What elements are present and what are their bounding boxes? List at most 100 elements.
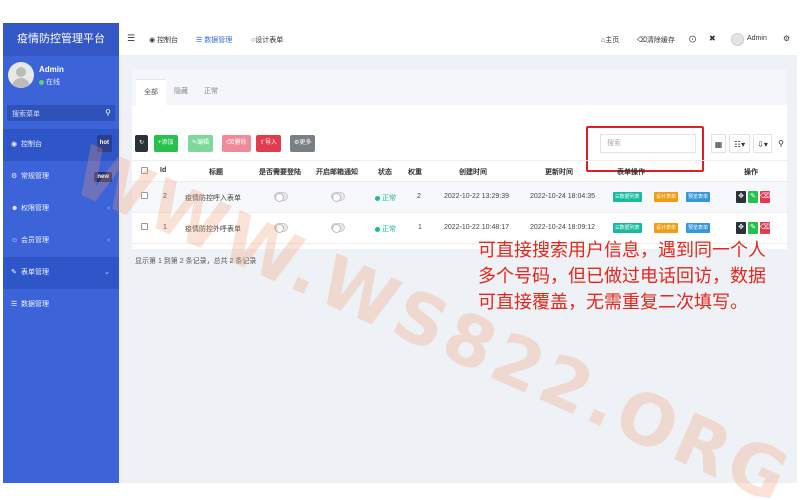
sidebar-item-auth[interactable]: ☻ 权限管理 ‹ [3,193,119,225]
table-row[interactable]: 2 疫情防控呼入表单 正常 2 2022-10-22 13:29:39 2022… [132,182,787,213]
select-all-checkbox[interactable] [141,167,148,174]
column-header[interactable]: 开启邮箱通知 [316,167,358,177]
users-icon: ☻ [11,205,19,212]
navbar-user-name[interactable]: Admin [747,35,767,42]
row-delete-button[interactable]: ⌫ [760,222,770,234]
edit-button[interactable]: ✎编辑 [188,135,214,152]
sidebar-item-dashboard[interactable]: ◉ 控制台 hot [3,129,119,161]
data-list-button[interactable]: ☰数据列表 [613,223,642,233]
user-avatar[interactable] [8,62,34,88]
nav-tab-label: 设计表单 [255,37,284,44]
column-header[interactable]: 标题 [209,167,223,177]
drag-handle-icon[interactable]: ✥ [736,222,746,234]
row-checkbox[interactable] [141,192,148,199]
pencil-icon: ✎ [11,269,17,276]
design-form-label: 设计表单 [656,225,677,231]
column-header[interactable]: 是否需要登陆 [259,167,301,177]
column-header[interactable]: 状态 [378,167,392,177]
cell-weight: 1 [418,224,422,231]
settings-icon[interactable]: ⚙ [783,34,790,43]
drag-handle-icon[interactable]: ✥ [736,191,746,203]
add-button[interactable]: +添加 [154,135,178,152]
delete-label: 删除 [234,140,247,146]
pagination-summary: 显示第 1 到第 2 条记录，总共 2 条记录 [135,258,257,265]
refresh-button[interactable]: ↻ [135,135,149,152]
data-list-button[interactable]: ☰数据列表 [613,192,642,202]
row-checkbox[interactable] [141,223,148,230]
tab-all[interactable]: 全部 [136,79,166,105]
data-list-label: 数据列表 [619,225,640,231]
trash-icon: ⌫ [760,224,770,231]
row-edit-button[interactable]: ✎ [748,222,758,234]
clear-cache-label: 清除缓存 [646,37,675,44]
column-header: 表单操作 [617,169,645,176]
app-title[interactable]: 疫情防控管理平台 [3,23,119,56]
cell-id: 2 [163,193,167,200]
data-list-label: 数据列表 [619,194,640,200]
nav-tab-data[interactable]: ☰ 数据管理 [196,35,232,45]
screenshot-bottom-margin [0,483,800,500]
status-badge: 正常 [375,193,396,203]
list-icon: ☰ [11,301,18,308]
more-label: 更多 [299,140,312,146]
tab-normal[interactable]: 正常 [196,79,226,105]
login-required-toggle[interactable] [274,223,288,233]
tab-hidden[interactable]: 隐藏 [166,79,196,105]
user-circle-icon: ☺ [11,237,19,244]
annotation-callout: 可直接搜索用户信息，遇到同一个人多个号码，但已做过电话回访，数据可直接覆盖，无需… [478,240,766,313]
preview-form-label: 预览表单 [688,225,709,231]
sidebar-item-forms[interactable]: ✎ 表单管理 ⌄ [3,257,119,289]
row-edit-button[interactable]: ✎ [748,191,758,203]
sidebar-item-member[interactable]: ☺ 会员管理 ‹ [3,225,119,257]
navbar-avatar[interactable] [731,33,744,46]
dashboard-icon: ◉ [11,141,18,148]
more-button[interactable]: ⚙更多 [290,135,316,152]
search-icon: ⚲ [105,108,111,117]
design-form-button[interactable]: 设计表单 [654,223,679,233]
column-header[interactable]: 权重 [408,167,422,177]
columns-toggle-icon[interactable]: ☷▾ [729,134,750,153]
column-header[interactable]: 更新时间 [545,167,573,177]
sidebar-item-label: 控制台 [21,141,42,148]
sidebar-item-label: 表单管理 [21,269,49,276]
sidebar-item-label: 常规管理 [21,173,49,180]
chevron-left-icon: ‹ [107,205,110,212]
email-notify-toggle[interactable] [331,223,345,233]
nav-tab-design-form[interactable]: ○设计表单 [251,35,283,45]
search-icon[interactable]: ⚲ [775,134,787,153]
clear-cache-button[interactable]: ⌫清除缓存 [637,35,675,45]
nav-tab-dashboard[interactable]: ◉ 控制台 [149,35,178,45]
email-notify-toggle[interactable] [331,192,345,202]
sidebar-item-label: 数据管理 [21,301,49,308]
menu-toggle-icon[interactable]: ☰ [127,33,135,44]
column-header[interactable]: 创建时间 [459,167,487,177]
cell-created: 2022-10-22 13:29:39 [444,193,509,200]
cell-weight: 2 [417,193,421,200]
login-required-toggle[interactable] [274,192,288,202]
sidebar-search[interactable]: 搜索菜单 ⚲ [7,105,115,121]
row-delete-button[interactable]: ⌫ [760,191,770,203]
user-status: 在线 [39,77,60,87]
language-icon[interactable]: ⨀ [689,35,696,43]
export-icon[interactable]: ⇩▾ [753,134,772,153]
import-button[interactable]: ⇧导入 [256,135,282,152]
new-badge: new [94,172,112,182]
home-link[interactable]: ⌂主页 [601,35,619,45]
sidebar: 疫情防控管理平台 Admin 在线 搜索菜单 ⚲ ◉ 控制台 hot ⚙ 常规管理 … [3,23,119,483]
filter-tabs: 全部 隐藏 正常 [132,70,787,105]
screenshot-top-margin [0,0,800,23]
edit-label: 编辑 [197,140,210,146]
column-header[interactable]: Id [160,167,166,174]
fullscreen-icon[interactable]: ✖ [709,34,716,43]
cell-title: 疫情防控呼入表单 [185,195,241,202]
sidebar-item-data[interactable]: ☰ 数据管理 [3,289,119,321]
delete-button[interactable]: ⌫删除 [222,135,251,152]
chevron-down-icon: ⌄ [104,269,110,276]
data-panel: 全部 隐藏 正常 ↻ +添加 ✎编辑 ⌫删除 ⇧导入 ⚙更多 ▦ ☷▾ ⇩▾ ⚲… [132,70,787,265]
sidebar-item-general[interactable]: ⚙ 常规管理 new [3,161,119,193]
design-form-button[interactable]: 设计表单 [654,192,679,202]
preview-form-button[interactable]: 预览表单 [686,223,711,233]
refresh-icon: ↻ [139,140,145,146]
table-view-icon[interactable]: ▦ [711,134,726,153]
preview-form-button[interactable]: 预览表单 [686,192,711,202]
